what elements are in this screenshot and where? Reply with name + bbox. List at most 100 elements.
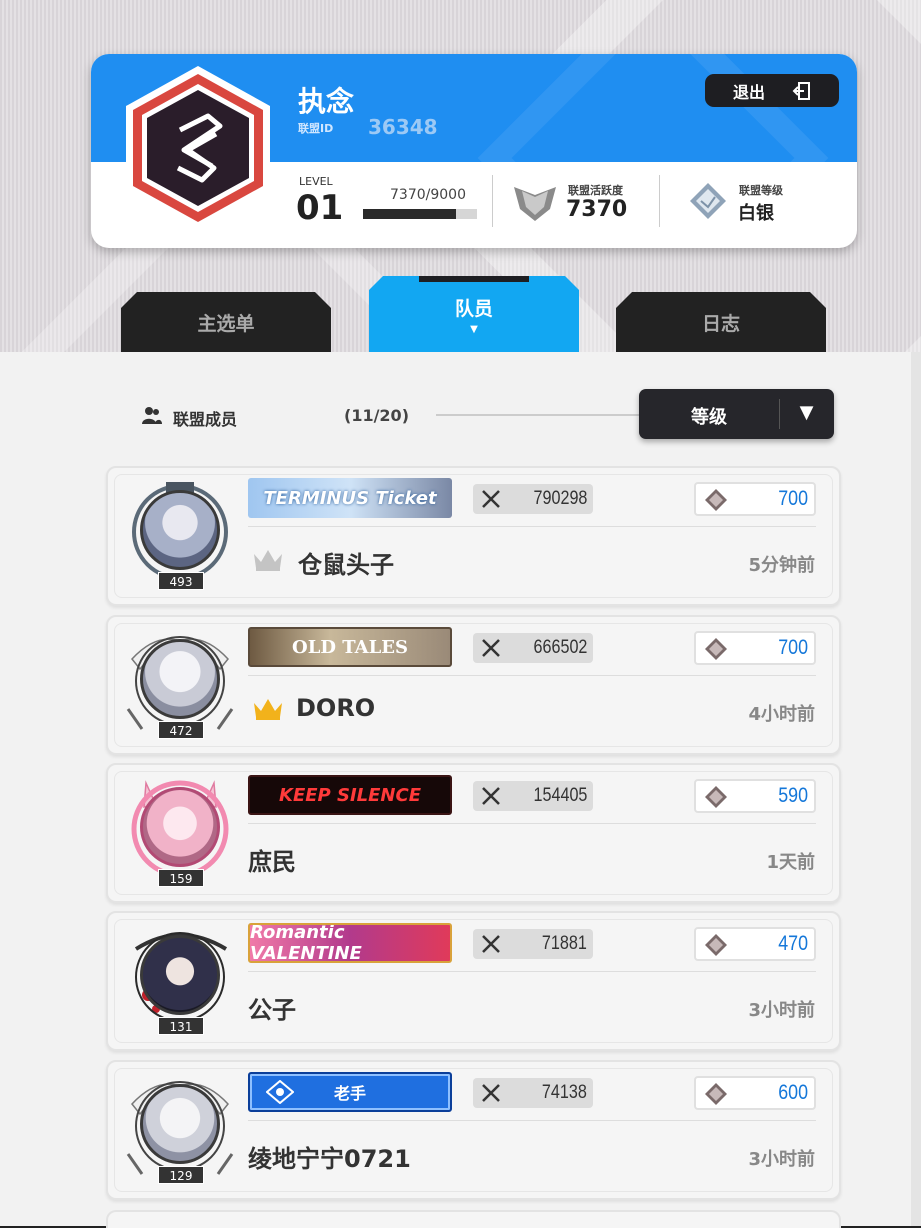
combat-power-value: 790298 <box>533 488 587 509</box>
member-last-seen: 5分钟前 <box>748 555 815 576</box>
contribution-score-value: 600 <box>778 1081 808 1104</box>
member-name: 庶民 <box>248 848 296 876</box>
member-row[interactable]: 129 老手 74138 600 绫地宁宁0721 3小时前 <box>106 1060 841 1200</box>
diamond-icon <box>705 638 727 660</box>
contribution-score-value: 700 <box>778 636 808 659</box>
member-avatar[interactable]: 129 <box>126 1074 234 1186</box>
member-name: DORO <box>296 694 376 722</box>
contribution-score: 700 <box>694 482 816 516</box>
contribution-score: 700 <box>694 631 816 665</box>
sort-value: 等级 <box>691 407 727 428</box>
crossed-swords-icon <box>482 1084 500 1102</box>
exp-text: 7370/9000 <box>390 187 466 203</box>
row-separator <box>248 675 816 676</box>
exit-button[interactable]: 退出 <box>705 74 839 107</box>
tab-label: 主选单 <box>197 312 255 335</box>
avatar-portrait <box>140 639 220 719</box>
rank-silver-icon <box>690 183 726 219</box>
contribution-score: 470 <box>694 927 816 961</box>
contribution-score-value: 700 <box>778 487 808 510</box>
combat-power: 666502 <box>473 633 593 663</box>
member-level: 493 <box>158 572 204 590</box>
exp-bar <box>363 209 477 219</box>
members-icon <box>142 407 162 424</box>
guild-id-label: 联盟ID <box>298 122 334 135</box>
tab-log[interactable]: 日志 <box>616 292 826 352</box>
member-banner: 老手 <box>248 1072 452 1112</box>
guild-id: 36348 <box>368 115 438 139</box>
activity-label: 联盟活跃度 <box>568 184 623 197</box>
combat-power-value: 71881 <box>542 933 587 954</box>
row-separator <box>248 971 816 972</box>
avatar-portrait <box>140 1084 220 1164</box>
chevron-down-icon: ▼ <box>799 402 814 423</box>
combat-power-value: 74138 <box>542 1082 587 1103</box>
veteran-badge-icon <box>266 1080 294 1104</box>
contribution-score: 600 <box>694 1076 816 1110</box>
crown-icon <box>254 550 282 571</box>
member-avatar[interactable]: 472 <box>126 629 234 741</box>
avatar-portrait <box>140 490 220 570</box>
stat-divider <box>659 175 660 227</box>
crown-icon <box>254 699 282 720</box>
combat-power-value: 666502 <box>533 637 587 658</box>
member-name: 绫地宁宁0721 <box>248 1145 411 1173</box>
level-label: LEVEL <box>299 175 333 188</box>
rank-value: 白银 <box>738 203 774 224</box>
avatar-portrait <box>140 935 220 1015</box>
member-level: 129 <box>158 1166 204 1184</box>
member-row[interactable]: 131 Romantic VALENTINE 71881 470 公子 3小时前 <box>106 911 841 1051</box>
rank-label: 联盟等级 <box>739 184 783 197</box>
tab-label: 日志 <box>701 312 740 335</box>
member-row[interactable]: 472 OLD TALES 666502 700 DORO 4小时前 <box>106 615 841 755</box>
member-avatar[interactable]: 159 <box>126 777 234 889</box>
member-row[interactable]: 159 KEEP SILENCE 154405 590 庶民 1天前 <box>106 763 841 903</box>
banner-text: KEEP SILENCE <box>279 784 421 806</box>
member-banner: OLD TALES <box>248 627 452 667</box>
member-last-seen: 3小时前 <box>748 1000 815 1021</box>
guild-emblem-icon <box>126 66 270 230</box>
row-separator <box>248 526 816 527</box>
row-separator <box>248 1120 816 1121</box>
combat-power: 74138 <box>473 1078 593 1108</box>
members-divider <box>436 414 641 416</box>
combat-power: 71881 <box>473 929 593 959</box>
member-level: 159 <box>158 869 204 887</box>
diamond-icon <box>705 934 727 956</box>
banner-text: TERMINUS Ticket <box>263 487 437 509</box>
crossed-swords-icon <box>482 787 500 805</box>
member-row[interactable]: 493 TERMINUS Ticket 790298 700 仓鼠头子 5分钟前 <box>106 466 841 606</box>
activity-value: 7370 <box>566 197 628 222</box>
activity-icon <box>514 187 556 221</box>
crossed-swords-icon <box>482 490 500 508</box>
diamond-icon <box>705 489 727 511</box>
stat-divider <box>492 175 493 227</box>
tab-arrow-icon: ▼ <box>470 324 478 335</box>
member-name: 公子 <box>248 996 296 1024</box>
member-last-seen: 3小时前 <box>748 1149 815 1170</box>
member-row-partial[interactable] <box>106 1210 841 1228</box>
member-name: 仓鼠头子 <box>298 551 394 579</box>
tab-members[interactable]: 队员 ▼ <box>369 276 579 352</box>
members-count: (11/20) <box>344 406 409 425</box>
diamond-icon <box>705 786 727 808</box>
member-last-seen: 1天前 <box>766 852 815 873</box>
member-avatar[interactable]: 131 <box>126 925 234 1037</box>
level-value: 01 <box>296 188 344 228</box>
sort-dropdown[interactable]: 等级 ▼ <box>639 389 834 439</box>
exit-icon <box>792 81 810 100</box>
banner-text: 老手 <box>333 1084 366 1103</box>
exp-bar-fill <box>363 209 457 219</box>
row-separator <box>248 823 816 824</box>
contribution-score-value: 590 <box>778 784 808 807</box>
combat-power: 154405 <box>473 781 593 811</box>
member-avatar[interactable]: 493 <box>126 480 234 592</box>
combat-power: 790298 <box>473 484 593 514</box>
tab-main-menu[interactable]: 主选单 <box>121 292 331 352</box>
banner-text: Romantic VALENTINE <box>250 923 362 963</box>
tab-label: 队员 <box>454 298 493 320</box>
contribution-score-value: 470 <box>778 932 808 955</box>
guild-name: 执念 <box>298 85 355 118</box>
contribution-score: 590 <box>694 779 816 813</box>
member-level: 131 <box>158 1017 204 1035</box>
